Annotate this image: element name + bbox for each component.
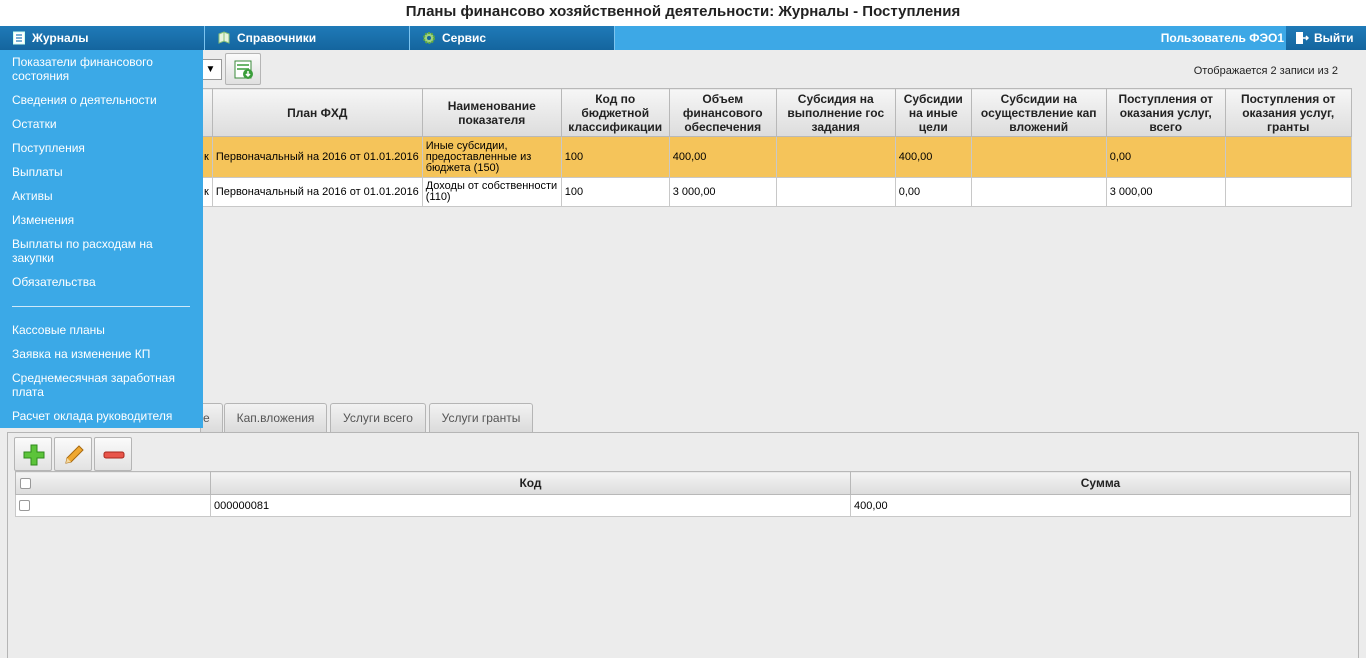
- col-plan[interactable]: План ФХД: [211, 88, 423, 137]
- nav-item-financial-indicators[interactable]: Показатели финансового состояния: [12, 55, 198, 83]
- nav-item-cp-change-request[interactable]: Заявка на изменение КП: [12, 347, 198, 361]
- table-row[interactable]: 000000081 400,00: [15, 494, 1351, 517]
- col-services-total[interactable]: Поступления от оказания услуг, всего: [1105, 88, 1226, 137]
- cell-financial-volume: 400,00: [668, 136, 777, 178]
- cell-code: 000000081: [210, 494, 851, 517]
- main-menubar: Журналы Справочники Сервис Пользователь …: [0, 26, 1366, 50]
- detail-tabs: е Кап.вложения Услуги всего Услуги грант…: [0, 403, 1366, 433]
- tab-services-total[interactable]: Услуги всего: [330, 403, 426, 433]
- cell-indicator-name: Иные субсидии, предоставленные из бюджет…: [421, 136, 562, 178]
- cell-gov-task-subsidy: [775, 177, 896, 207]
- cell-plan: Первоначальный на 2016 от 01.01.2016: [211, 177, 423, 207]
- col-financial-volume[interactable]: Объем финансового обеспечения: [668, 88, 777, 137]
- cell-budget-code: 100: [560, 136, 670, 178]
- nav-item-manager-salary[interactable]: Расчет оклада руководителя: [12, 409, 198, 423]
- nav-item-balances[interactable]: Остатки: [12, 117, 198, 131]
- nav-separator: [12, 306, 190, 307]
- delete-button[interactable]: [94, 437, 132, 471]
- detail-panel: Код Сумма 000000081 400,00: [7, 432, 1359, 658]
- nav-item-procurement-payments[interactable]: Выплаты по расходам на закупки: [12, 237, 198, 265]
- pencil-icon: [65, 445, 84, 464]
- nav-item-payments[interactable]: Выплаты: [12, 165, 198, 179]
- cell-services-total: 0,00: [1105, 136, 1226, 178]
- plan-select-arrow[interactable]: ▼: [200, 59, 222, 80]
- menu-references[interactable]: Справочники: [205, 26, 410, 50]
- cell-sum: 400,00: [850, 494, 1351, 517]
- nav-item-cash-plans[interactable]: Кассовые планы: [12, 323, 198, 337]
- minus-icon: [103, 451, 125, 459]
- grid-toolbar: ▼ Отображается 2 записи из 2: [0, 50, 1366, 88]
- add-button[interactable]: [14, 437, 52, 471]
- tab-hidden-stub[interactable]: е: [200, 403, 223, 433]
- col-indicator-name[interactable]: Наименование показателя: [421, 88, 562, 137]
- nav-item-changes[interactable]: Изменения: [12, 213, 198, 227]
- nav-item-average-salary[interactable]: Среднемесячная заработная плата: [12, 371, 198, 399]
- cell-capital-subsidy: [970, 177, 1107, 207]
- codes-grid: Код Сумма 000000081 400,00: [15, 471, 1351, 517]
- plus-icon: [23, 444, 45, 466]
- sub-grid-header-row: Код Сумма: [15, 471, 1351, 495]
- journals-dropdown-menu: Показатели финансового состояния Сведени…: [0, 50, 203, 428]
- cell-other-subsidy: 400,00: [894, 136, 972, 178]
- table-row[interactable]: к Первоначальный на 2016 от 01.01.2016 Д…: [200, 177, 1352, 207]
- cell-services-grants: [1224, 177, 1352, 207]
- cell-plan: Первоначальный на 2016 от 01.01.2016: [211, 136, 423, 178]
- row-checkbox[interactable]: [15, 494, 211, 517]
- tab-services-grants[interactable]: Услуги гранты: [429, 403, 533, 433]
- col-code[interactable]: Код: [210, 471, 851, 495]
- tab-capital-investments[interactable]: Кап.вложения: [224, 403, 327, 433]
- income-grid: План ФХД Наименование показателя Код по …: [200, 88, 1352, 207]
- cell-financial-volume: 3 000,00: [668, 177, 777, 207]
- window-title: Планы финансово хозяйственной деятельнос…: [0, 0, 1366, 26]
- logout-button[interactable]: Выйти: [1286, 26, 1366, 50]
- journal-icon: [13, 31, 25, 45]
- nav-item-income[interactable]: Поступления: [12, 141, 198, 155]
- col-sum[interactable]: Сумма: [850, 471, 1351, 495]
- col-other-subsidy[interactable]: Субсидии на иные цели: [894, 88, 972, 137]
- cell-budget-code: 100: [560, 177, 670, 207]
- select-all-checkbox[interactable]: [15, 471, 211, 495]
- cell-services-total: 3 000,00: [1105, 177, 1226, 207]
- cell-services-grants: [1224, 136, 1352, 178]
- nav-item-assets[interactable]: Активы: [12, 189, 198, 203]
- col-gov-task-subsidy[interactable]: Субсидия на выполнение гос задания: [775, 88, 896, 137]
- menu-service[interactable]: Сервис: [410, 26, 615, 50]
- current-user-label: Пользователь ФЭО1: [1160, 31, 1284, 45]
- menu-journals-label: Журналы: [32, 31, 89, 45]
- menu-references-label: Справочники: [237, 31, 317, 45]
- exit-door-icon: [1296, 32, 1309, 44]
- excel-export-icon: [234, 60, 253, 79]
- logout-label: Выйти: [1314, 31, 1354, 45]
- grid-header-row: План ФХД Наименование показателя Код по …: [200, 88, 1352, 137]
- export-excel-button[interactable]: [225, 53, 261, 85]
- col-services-grants[interactable]: Поступления от оказания услуг, гранты: [1224, 88, 1352, 137]
- col-budget-code[interactable]: Код по бюджетной классификации: [560, 88, 670, 137]
- book-icon: [218, 31, 230, 44]
- cell-capital-subsidy: [970, 136, 1107, 178]
- edit-button[interactable]: [54, 437, 92, 471]
- menu-journals[interactable]: Журналы: [0, 26, 205, 50]
- gear-icon: [423, 32, 435, 44]
- col-capital-subsidy[interactable]: Субсидии на осуществление кап вложений: [970, 88, 1107, 137]
- nav-item-obligations[interactable]: Обязательства: [12, 275, 198, 289]
- cell-indicator-name: Доходы от собственности (110): [421, 177, 562, 207]
- nav-item-activity-info[interactable]: Сведения о деятельности: [12, 93, 198, 107]
- cell-gov-task-subsidy: [775, 136, 896, 178]
- cell-other-subsidy: 0,00: [894, 177, 972, 207]
- menu-service-label: Сервис: [442, 31, 487, 45]
- records-count: Отображается 2 записи из 2: [1193, 65, 1338, 77]
- table-row[interactable]: к Первоначальный на 2016 от 01.01.2016 И…: [200, 136, 1352, 178]
